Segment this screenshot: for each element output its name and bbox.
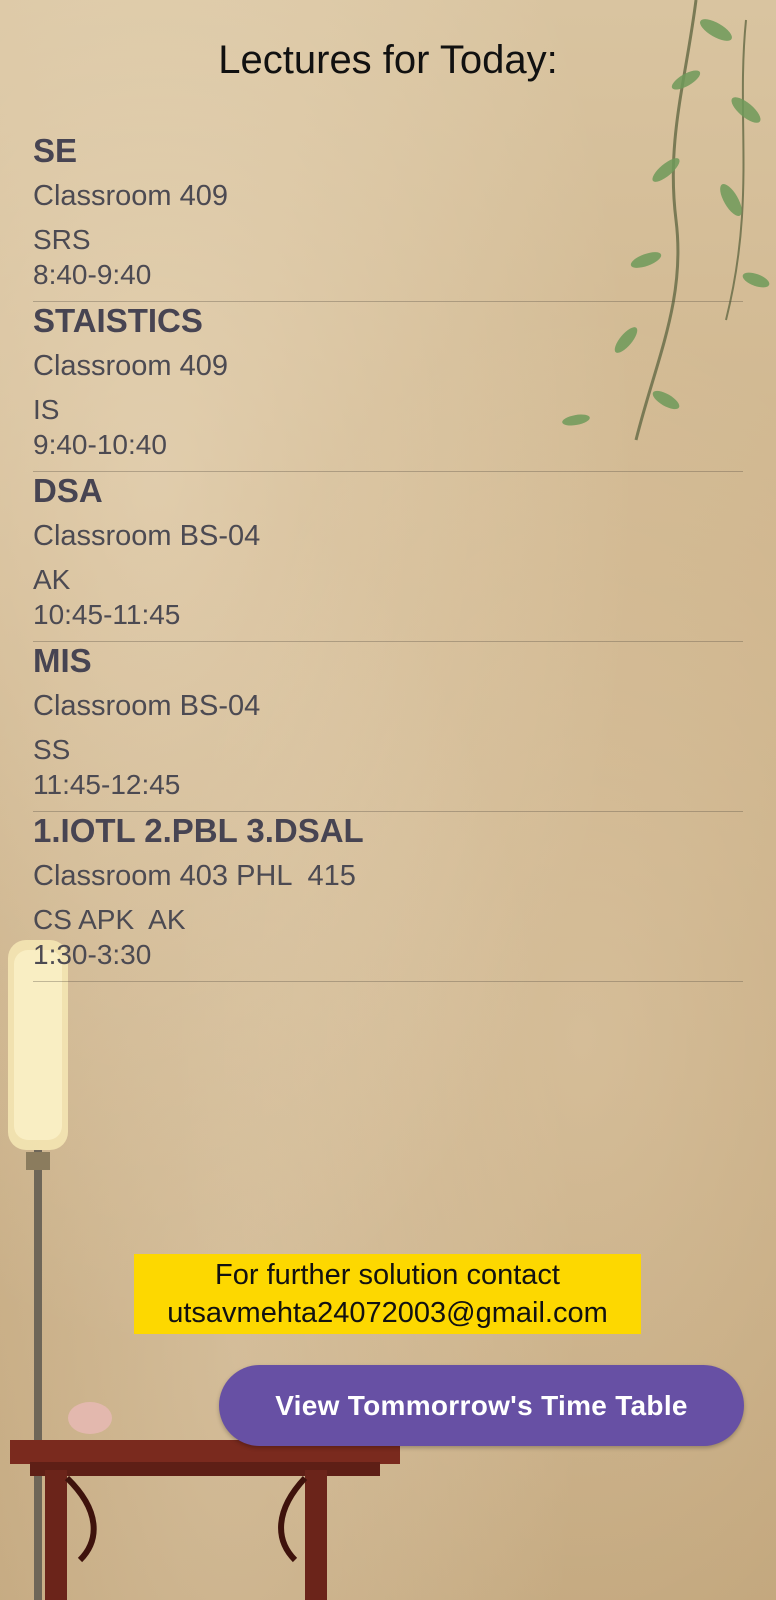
contact-info: For further solution contact utsavmehta2…	[134, 1254, 641, 1334]
lecture-subject: SE	[33, 132, 78, 169]
lecture-subject: MIS	[33, 642, 92, 679]
lecture-room: Classroom BS-04	[33, 520, 261, 552]
lecture-room: Classroom 409	[33, 350, 229, 382]
lecture-subject: DSA	[33, 472, 103, 509]
lecture-time: 9:40-10:40	[33, 429, 167, 460]
lecture-teacher: SRS	[33, 224, 91, 255]
view-tomorrow-button[interactable]: View Tommorrow's Time Table	[219, 1365, 744, 1446]
lecture-subject: 1.IOTL 2.PBL 3.DSAL	[33, 812, 364, 849]
lecture-time: 11:45-12:45	[33, 769, 181, 800]
lecture-teacher: CS APK AK	[33, 904, 186, 935]
contact-line: For further solution contact	[215, 1259, 560, 1291]
lecture-teacher: AK	[33, 564, 71, 595]
lecture-item: 1.IOTL 2.PBL 3.DSAL Classroom 403 PHL 41…	[33, 812, 743, 982]
lecture-item: SE Classroom 409 SRS 8:40-9:40	[33, 132, 743, 302]
lecture-time: 1:30-3:30	[33, 939, 152, 970]
lecture-room: Classroom 409	[33, 180, 229, 212]
page-title: Lectures for Today:	[218, 38, 558, 82]
lecture-room: Classroom BS-04	[33, 690, 261, 722]
lecture-item: MIS Classroom BS-04 SS 11:45-12:45	[33, 642, 743, 812]
lecture-time: 10:45-11:45	[33, 599, 181, 630]
contact-email: utsavmehta24072003@gmail.com	[167, 1297, 608, 1329]
lecture-item: STAISTICS Classroom 409 IS 9:40-10:40	[33, 302, 743, 472]
lecture-teacher: IS	[33, 394, 60, 425]
lecture-time: 8:40-9:40	[33, 259, 152, 290]
lecture-list: SE Classroom 409 SRS 8:40-9:40 STAISTICS…	[33, 132, 743, 982]
lecture-item: DSA Classroom BS-04 AK 10:45-11:45	[33, 472, 743, 642]
lecture-subject: STAISTICS	[33, 302, 203, 339]
lecture-teacher: SS	[33, 734, 71, 765]
lecture-room: Classroom 403 PHL 415	[33, 860, 356, 892]
